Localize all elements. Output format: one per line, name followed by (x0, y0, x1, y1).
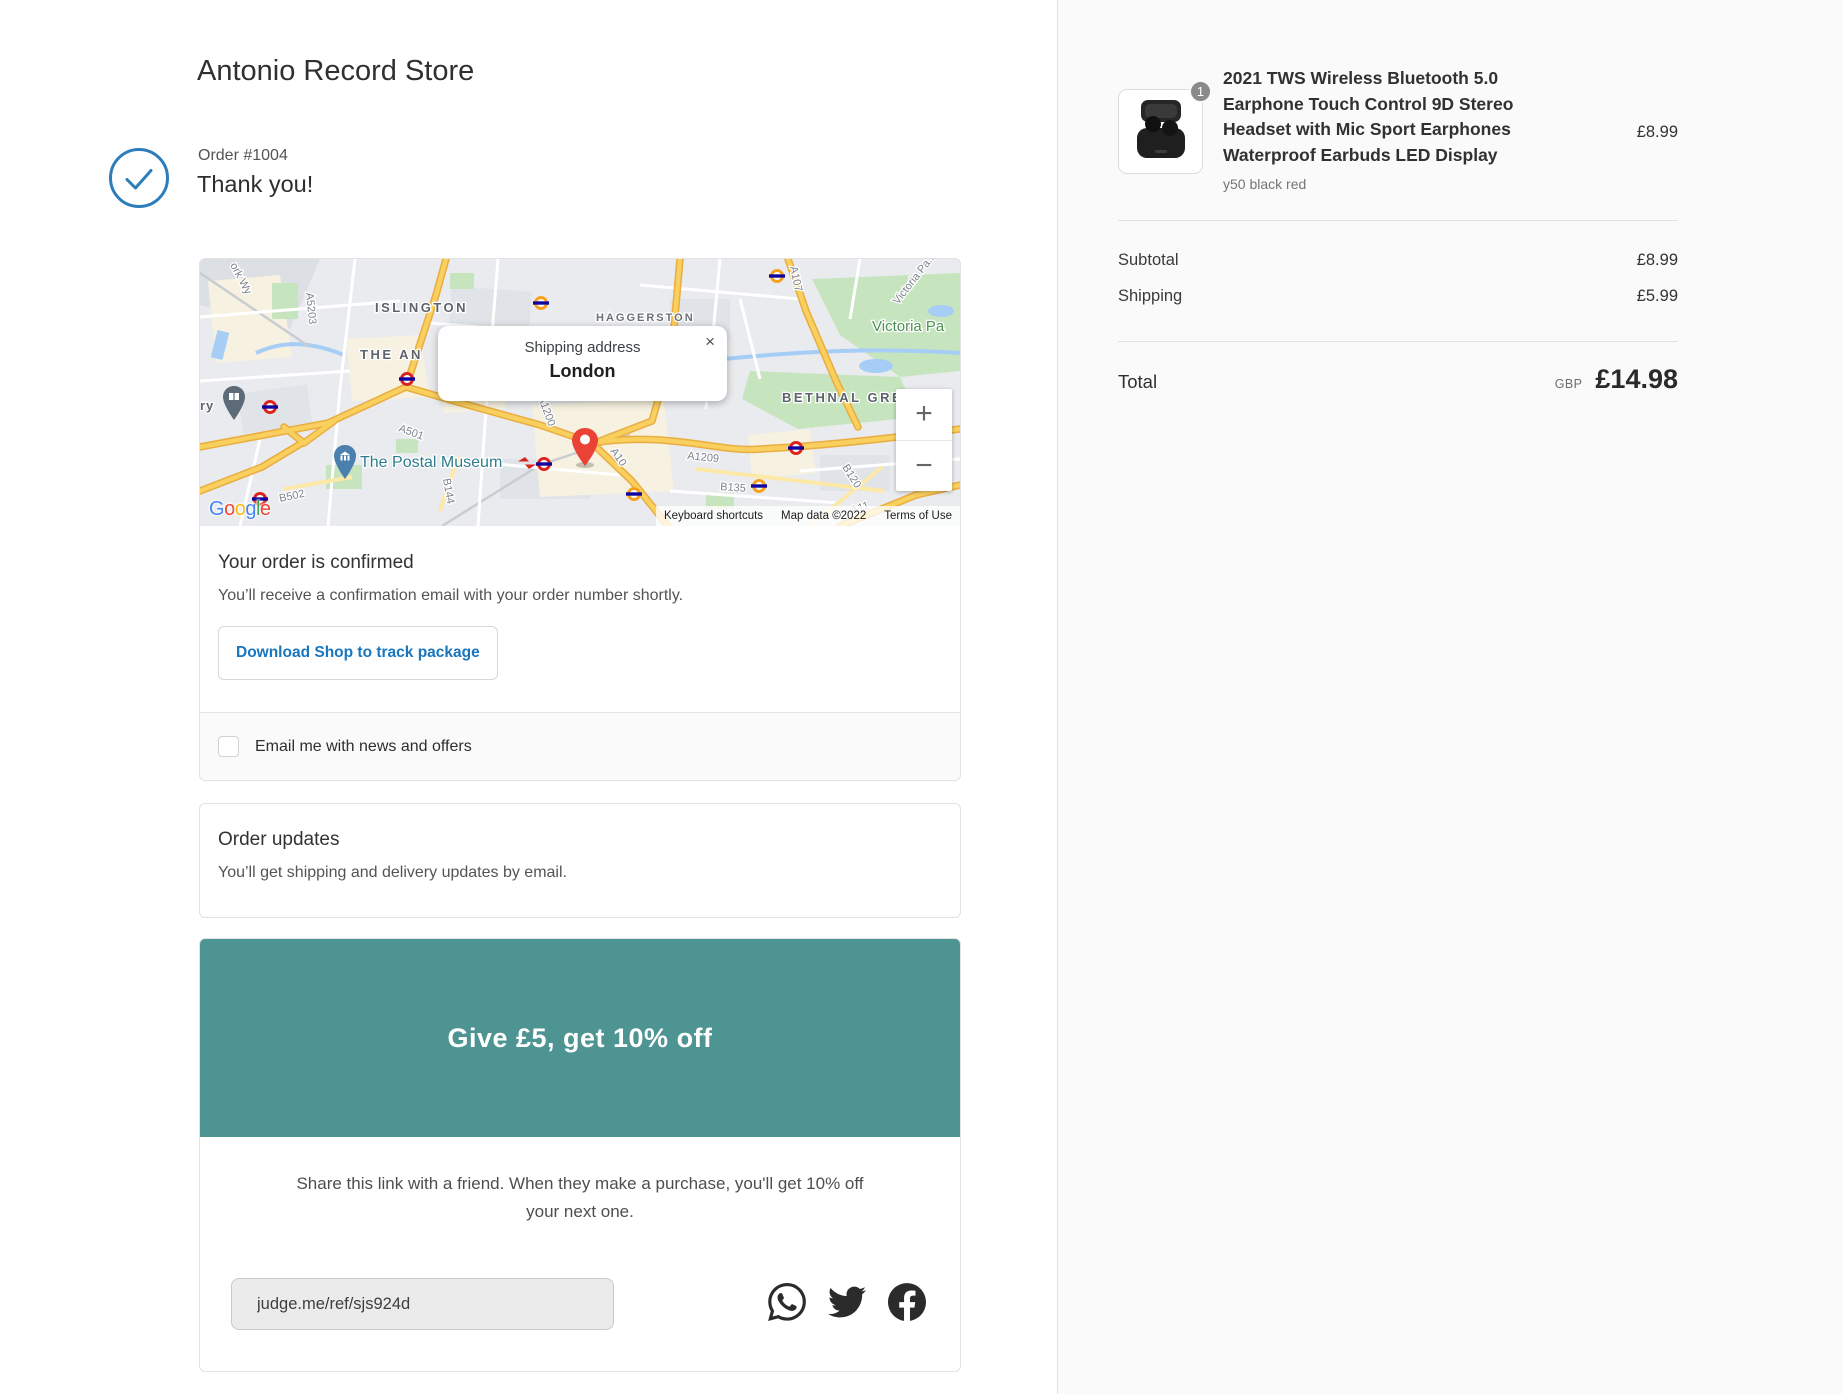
total-value: £14.98 (1595, 364, 1678, 395)
google-letter: o (235, 498, 246, 520)
facebook-icon (888, 1283, 926, 1321)
twitter-share-button[interactable] (828, 1283, 866, 1321)
map-label-islington: ISLINGTON (375, 300, 468, 315)
product-price: £8.99 (1637, 123, 1678, 142)
total-divider (1118, 341, 1678, 342)
download-shop-button[interactable]: Download Shop to track package (218, 626, 498, 680)
subtotal-label: Subtotal (1118, 251, 1179, 270)
referral-banner-title: Give £5, get 10% off (447, 1023, 712, 1054)
referral-link-input[interactable] (231, 1278, 614, 1330)
order-confirmed-body: You’ll receive a confirmation email with… (218, 587, 942, 605)
google-letter: o (224, 498, 235, 520)
confirmation-card: ISLINGTON THE AN HAGGERSTON BETHNAL GRE … (199, 258, 961, 781)
map-data-copyright: Map data ©2022 (781, 510, 866, 522)
quantity-badge: 1 (1189, 80, 1212, 103)
shipping-address-popup: Shipping address London × (438, 326, 727, 401)
referral-card: Give £5, get 10% off Share this link wit… (199, 938, 961, 1372)
order-status-page: Antonio Record Store Order #1004 Thank y… (0, 0, 1057, 1394)
subtotal-value: £8.99 (1637, 251, 1678, 270)
map-label-bethnal-green: BETHNAL GRE (782, 390, 903, 405)
popup-city: London (438, 361, 727, 382)
map-label-haggerston: HAGGERSTON (596, 312, 695, 324)
google-logo[interactable]: Google (209, 498, 271, 521)
page-title: Thank you! (197, 171, 313, 198)
newsletter-checkbox[interactable] (218, 736, 239, 757)
total-row: Total GBP £14.98 (1118, 364, 1678, 395)
shipping-value: £5.99 (1637, 287, 1678, 306)
popup-title: Shipping address (438, 339, 727, 356)
order-number: Order #1004 (198, 147, 288, 165)
referral-banner: Give £5, get 10% off (200, 939, 960, 1137)
order-updates-card: Order updates You’ll get shipping and de… (199, 803, 961, 918)
google-letter: G (209, 498, 224, 520)
map-label-victoria-park: Victoria Pa (872, 318, 945, 335)
zoom-out-button[interactable]: − (896, 441, 952, 492)
google-letter: e (260, 498, 271, 520)
keyboard-shortcuts-link[interactable]: Keyboard shortcuts (664, 510, 763, 522)
close-icon[interactable]: × (703, 330, 717, 354)
product-thumbnail: 1 (1118, 89, 1203, 174)
subtotal-row: Subtotal £8.99 (1118, 251, 1678, 270)
product-title: 2021 TWS Wireless Bluetooth 5.0 Earphone… (1223, 66, 1553, 168)
whatsapp-icon (768, 1283, 806, 1321)
referral-share-text: Share this link with a friend. When they… (280, 1170, 880, 1226)
summary-divider (1118, 220, 1678, 221)
facebook-share-button[interactable] (888, 1283, 926, 1321)
map-label-library: ry (200, 398, 214, 413)
map-label-postal-museum: The Postal Museum (360, 454, 502, 471)
whatsapp-share-button[interactable] (768, 1283, 806, 1321)
product-variant: y50 black red (1223, 176, 1306, 192)
shipping-label: Shipping (1118, 287, 1182, 306)
map-label-the-angel: THE AN (360, 347, 423, 362)
order-updates-body: You’ll get shipping and delivery updates… (218, 864, 942, 882)
newsletter-label: Email me with news and offers (255, 738, 472, 756)
twitter-icon (828, 1283, 866, 1321)
order-updates-title: Order updates (218, 829, 942, 851)
earbuds-product-image (1119, 90, 1202, 173)
map-zoom-control: + − (896, 389, 952, 491)
shipping-map[interactable]: ISLINGTON THE AN HAGGERSTON BETHNAL GRE … (200, 259, 960, 526)
zoom-in-button[interactable]: + (896, 389, 952, 441)
newsletter-optin-row: Email me with news and offers (200, 712, 960, 780)
store-name: Antonio Record Store (197, 55, 474, 88)
total-label: Total (1118, 371, 1157, 393)
order-summary-panel: 1 2021 TWS Wireless Bluetooth 5.0 Earpho… (1057, 0, 1842, 1394)
google-letter: g (245, 498, 256, 520)
map-attribution: Keyboard shortcuts Map data ©2022 Terms … (656, 506, 960, 526)
order-confirmed-check-icon (108, 147, 170, 209)
order-confirmed-title: Your order is confirmed (218, 552, 942, 574)
currency-code: GBP (1555, 377, 1583, 391)
terms-of-use-link[interactable]: Terms of Use (884, 510, 952, 522)
map-label-b135: B135 (720, 481, 746, 495)
shipping-row: Shipping £5.99 (1118, 287, 1678, 306)
share-buttons (768, 1283, 926, 1321)
